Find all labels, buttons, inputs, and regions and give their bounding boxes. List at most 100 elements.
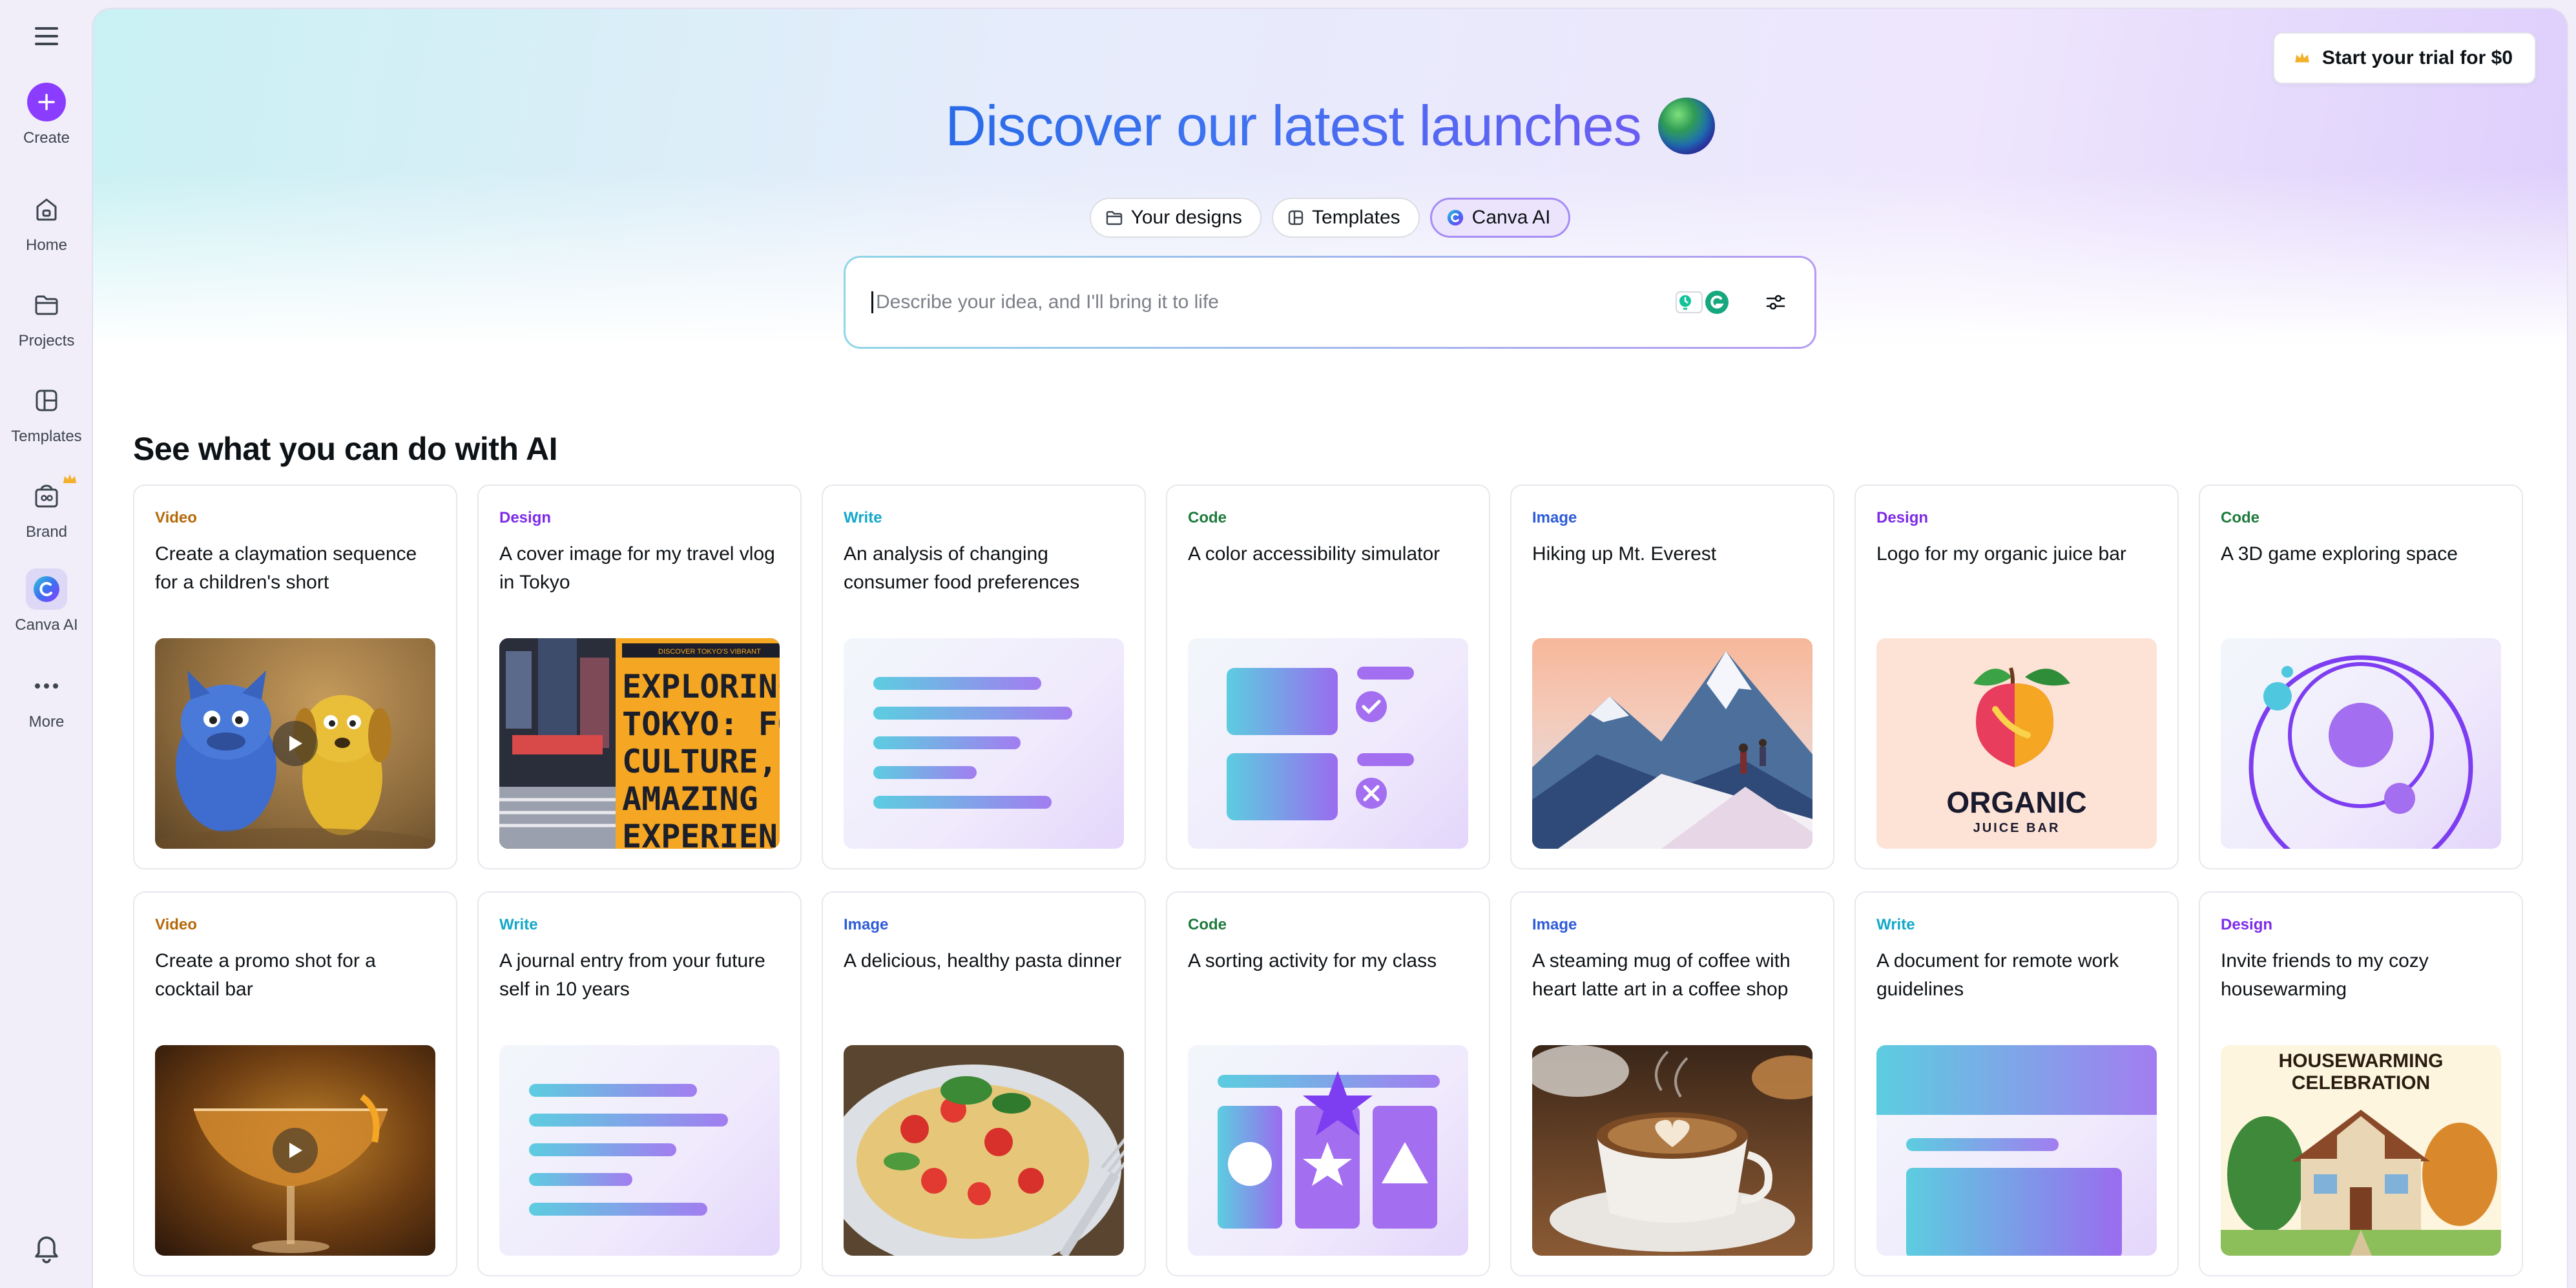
card-description: Logo for my organic juice bar	[1876, 543, 2126, 565]
card-category: Image	[1532, 509, 1577, 526]
hamburger-menu-icon[interactable]	[31, 23, 62, 49]
templates-icon	[1288, 210, 1304, 225]
doc-lines-thumbnail	[844, 638, 1124, 849]
canva-ai-icon	[26, 568, 67, 610]
tab-label: Your designs	[1130, 207, 1242, 228]
rail-item-templates[interactable]: Templates	[0, 380, 93, 446]
example-card[interactable]: Design A cover image for my travel vlog …	[477, 484, 802, 869]
rail-item-more[interactable]: More	[0, 665, 93, 731]
card-category: Image	[1532, 916, 1577, 933]
card-description: Invite friends to my cozy housewarming	[2221, 950, 2429, 1000]
cocktail-video-thumbnail	[155, 1045, 435, 1256]
example-card[interactable]: Image A delicious, healthy pasta dinner	[822, 891, 1146, 1276]
doc-banner-thumbnail	[1876, 1045, 2157, 1256]
card-category: Code	[1188, 509, 1227, 526]
start-trial-label: Start your trial for $0	[2322, 47, 2513, 68]
card-category: Design	[1876, 509, 1929, 526]
tokyo-banner-text: DISCOVER TOKYO'S VIBRANT	[658, 648, 761, 656]
example-card[interactable]: Write A document for remote work guideli…	[1854, 891, 2179, 1276]
ai-examples-grid: Video Create a claymation sequence for a…	[133, 484, 2523, 1276]
example-card[interactable]: Video Create a promo shot for a cocktail…	[133, 891, 457, 1276]
rail-item-label: Canva AI	[15, 616, 78, 634]
notifications-bell-icon[interactable]	[31, 1231, 62, 1268]
card-description: A cover image for my travel vlog in Toky…	[499, 543, 775, 593]
rail-item-label: Brand	[25, 523, 68, 541]
card-description: A 3D game exploring space	[2221, 543, 2458, 565]
crown-icon	[2295, 52, 2309, 63]
settings-sliders-icon[interactable]	[1760, 287, 1791, 318]
card-category: Design	[499, 509, 552, 526]
tab-your-designs[interactable]: Your designs	[1089, 198, 1262, 238]
svg-text:EXPERIENC: EXPERIENC	[622, 818, 780, 849]
rail-item-create[interactable]: Create	[0, 83, 93, 147]
pasta-image-thumbnail	[844, 1045, 1124, 1256]
card-category: Write	[1876, 916, 1915, 933]
svg-text:CULTURE,: CULTURE,	[622, 743, 778, 780]
card-description: Create a claymation sequence for a child…	[155, 543, 417, 593]
main-panel: Start your trial for $0 Discover our lat…	[93, 9, 2567, 1288]
coffee-image-thumbnail	[1532, 1045, 1813, 1256]
rail-item-label: Create	[23, 129, 70, 147]
prompt-inner	[846, 258, 1814, 347]
housewarming-title: HOUSEWARMING CELEBRATION	[2278, 1050, 2444, 1094]
section-title: See what you can do with AI	[133, 431, 557, 467]
card-category: Video	[155, 509, 197, 526]
card-description: Hiking up Mt. Everest	[1532, 543, 1717, 565]
brand-icon	[26, 475, 67, 517]
tab-label: Canva AI	[1471, 207, 1551, 228]
rail-item-label: More	[28, 713, 65, 731]
rail-item-label: Home	[25, 236, 68, 254]
juice-logo-title: ORGANIC	[1946, 785, 2086, 819]
tab-templates[interactable]: Templates	[1271, 198, 1420, 238]
card-category: Video	[155, 916, 197, 933]
mountain-image-thumbnail	[1532, 638, 1813, 849]
hero-tabs: Your designs Templates Canva AI	[93, 198, 2567, 238]
canva-ai-icon	[1447, 209, 1463, 226]
start-trial-button[interactable]: Start your trial for $0	[2272, 32, 2536, 84]
card-description: An analysis of changing consumer food pr…	[844, 543, 1080, 593]
card-description: A delicious, healthy pasta dinner	[844, 950, 1122, 971]
example-card[interactable]: Code A 3D game exploring space	[2199, 484, 2523, 869]
tokyo-cover-thumbnail: DISCOVER TOKYO'S VIBRANT EXPLORING TOKYO…	[499, 638, 780, 849]
example-card[interactable]: Design Logo for my organic juice bar ORG…	[1854, 484, 2179, 869]
example-card[interactable]: Write A journal entry from your future s…	[477, 891, 802, 1276]
housewarming-invite-thumbnail: HOUSEWARMING CELEBRATION	[2221, 1045, 2501, 1256]
hero-title: Discover our latest launches	[93, 93, 2567, 159]
folder-icon	[26, 284, 67, 326]
card-description: A color accessibility simulator	[1188, 543, 1440, 565]
card-description: A steaming mug of coffee with heart latt…	[1532, 950, 1791, 1000]
svg-text:TOKYO: FO: TOKYO: FO	[622, 705, 780, 743]
rail-item-home[interactable]: Home	[0, 189, 93, 254]
crown-icon	[63, 474, 76, 483]
left-rail: Create Home Projects Templates Brand Can…	[0, 0, 93, 1288]
play-icon[interactable]	[273, 721, 318, 766]
rail-item-brand[interactable]: Brand	[0, 474, 93, 541]
card-category: Code	[2221, 509, 2259, 526]
example-card[interactable]: Write An analysis of changing consumer f…	[822, 484, 1146, 869]
globe-icon	[1657, 98, 1715, 154]
rail-item-projects[interactable]: Projects	[0, 284, 93, 350]
card-description: A journal entry from your future self in…	[499, 950, 765, 1000]
card-description: Create a promo shot for a cocktail bar	[155, 950, 376, 1000]
example-card[interactable]: Code A sorting activity for my class	[1166, 891, 1490, 1276]
plus-icon	[27, 83, 66, 121]
play-icon[interactable]	[273, 1128, 318, 1173]
extension-badge-icon[interactable]	[1675, 289, 1703, 315]
home-icon	[26, 189, 67, 230]
card-category: Image	[844, 916, 889, 933]
card-category: Write	[499, 916, 538, 933]
grammarly-icon[interactable]	[1703, 289, 1730, 316]
example-card[interactable]: Video Create a claymation sequence for a…	[133, 484, 457, 869]
example-card[interactable]: Image Hiking up Mt. Everest	[1510, 484, 1834, 869]
prompt-box	[844, 256, 1816, 349]
prompt-input[interactable]	[871, 291, 1675, 313]
tab-canva-ai[interactable]: Canva AI	[1429, 198, 1571, 238]
rail-item-canva-ai[interactable]: Canva AI	[0, 568, 93, 634]
example-card[interactable]: Code A color accessibility simulator	[1166, 484, 1490, 869]
example-card[interactable]: Design Invite friends to my cozy housewa…	[2199, 891, 2523, 1276]
card-category: Write	[844, 509, 882, 526]
rail-item-label: Templates	[11, 428, 82, 445]
more-icon	[26, 665, 67, 707]
example-card[interactable]: Image A steaming mug of coffee with hear…	[1510, 891, 1834, 1276]
card-category: Design	[2221, 916, 2273, 933]
